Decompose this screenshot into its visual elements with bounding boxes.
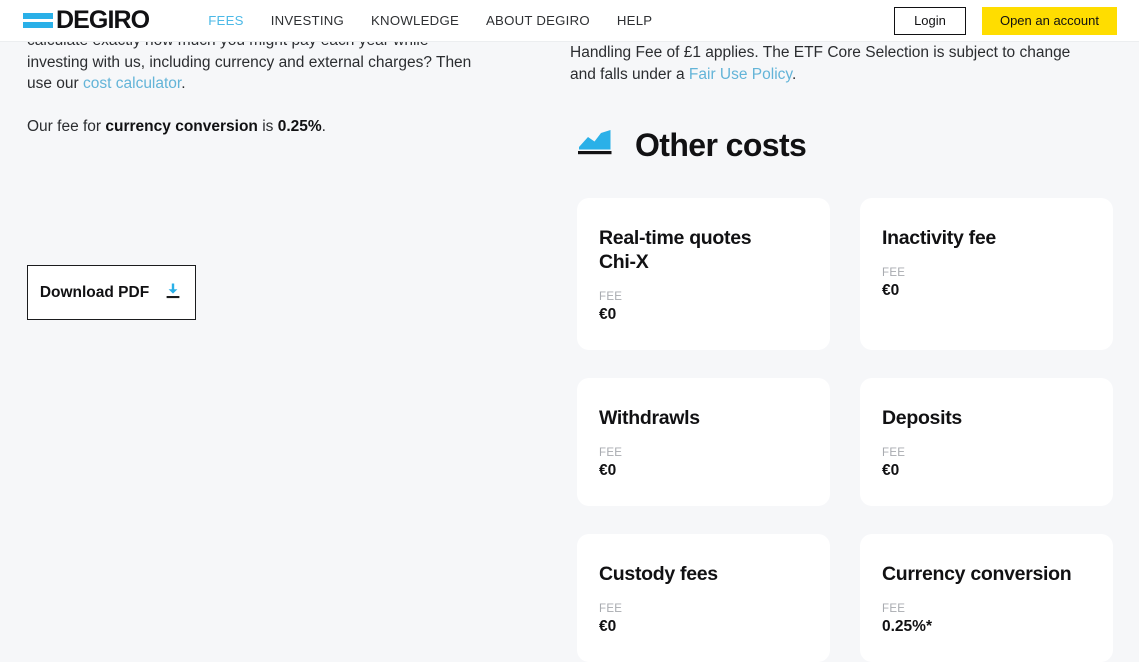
fee-text-bold-rate: 0.25% [277, 117, 322, 135]
fee-text-suffix: . [321, 117, 326, 135]
card-title: Currency conversion [882, 563, 1072, 585]
login-button[interactable]: Login [893, 6, 966, 35]
nav-item-about-degiro[interactable]: ABOUT DEGIRO [486, 13, 590, 28]
card-fee-label: FEE [882, 447, 906, 459]
card-fee-value: €0 [882, 462, 900, 479]
fee-text-middle: is [257, 117, 278, 135]
nav-item-fees[interactable]: FEES [208, 13, 243, 28]
left-column: calculate exactly how much you might pay… [27, 32, 477, 320]
download-pdf-label: Download PDF [39, 283, 150, 301]
download-pdf-button[interactable]: Download PDF [27, 265, 196, 320]
page-content: calculate exactly how much you might pay… [0, 32, 1139, 662]
card-title: Inactivity fee [882, 227, 996, 249]
card-fee-value: €0 [599, 462, 617, 479]
card-inactivity-fee[interactable]: Inactivity fee FEE €0 [860, 198, 1113, 350]
fee-text-bold-currency-conversion: currency conversion [105, 117, 258, 135]
handling-fee-paragraph: Handling Fee of £1 applies. The ETF Core… [570, 42, 1095, 85]
main-navigation: FEES INVESTING KNOWLEDGE ABOUT DEGIRO HE… [208, 13, 652, 28]
card-custody-fees[interactable]: Custody fees FEE €0 [577, 534, 830, 662]
intro-line-3-suffix: . [181, 75, 186, 92]
other-costs-card-grid: Real-time quotes Chi-X FEE €0 Inactivity… [577, 198, 1113, 662]
other-costs-heading: Other costs [577, 126, 1115, 163]
nav-item-investing[interactable]: INVESTING [271, 13, 344, 28]
card-fee-label: FEE [882, 603, 906, 615]
card-fee-value: 0.25%* [882, 618, 932, 635]
card-title: Deposits [882, 407, 962, 429]
card-fee-label: FEE [882, 267, 906, 279]
intro-line-2: investing with us, including currency an… [27, 53, 472, 71]
card-fee-value: €0 [882, 282, 900, 299]
degiro-logo[interactable]: DEGIRO [23, 6, 150, 34]
card-title: Real-time quotes Chi-X [599, 227, 752, 273]
fair-use-policy-link[interactable]: Fair Use Policy [689, 66, 792, 83]
card-withdrawls[interactable]: Withdrawls FEE €0 [577, 378, 830, 506]
card-fee-label: FEE [599, 447, 623, 459]
download-arrow-icon [163, 281, 183, 304]
currency-conversion-paragraph: Our fee for currency conversion is 0.25%… [27, 116, 477, 138]
header-actions: Login Open an account [893, 6, 1117, 35]
area-chart-icon [577, 126, 615, 163]
site-header: DEGIRO FEES INVESTING KNOWLEDGE ABOUT DE… [0, 0, 1139, 42]
card-real-time-quotes-chi-x[interactable]: Real-time quotes Chi-X FEE €0 [577, 198, 830, 350]
logo-text: DEGIRO [56, 6, 150, 34]
nav-item-help[interactable]: HELP [617, 13, 652, 28]
page-title: Other costs [635, 126, 807, 163]
cost-calculator-link[interactable]: cost calculator [83, 75, 181, 92]
handling-fee-text-end: . [792, 65, 797, 83]
card-fee-label: FEE [599, 603, 623, 615]
right-column: Handling Fee of £1 applies. The ETF Core… [570, 42, 1115, 163]
logo-bars-icon [23, 13, 53, 28]
handling-fee-text: Handling Fee of £1 applies. The ETF Core… [570, 44, 1071, 83]
card-title: Withdrawls [599, 407, 700, 429]
intro-line-3-prefix: use our [27, 75, 84, 92]
card-fee-label: FEE [599, 291, 623, 303]
card-title: Custody fees [599, 563, 718, 585]
card-deposits[interactable]: Deposits FEE €0 [860, 378, 1113, 506]
open-account-button[interactable]: Open an account [981, 6, 1117, 35]
card-fee-value: €0 [599, 306, 617, 323]
card-currency-conversion[interactable]: Currency conversion FEE 0.25%* [860, 534, 1113, 662]
card-fee-value: €0 [599, 618, 617, 635]
fee-text-prefix: Our fee for [27, 117, 106, 135]
nav-item-knowledge[interactable]: KNOWLEDGE [371, 13, 459, 28]
